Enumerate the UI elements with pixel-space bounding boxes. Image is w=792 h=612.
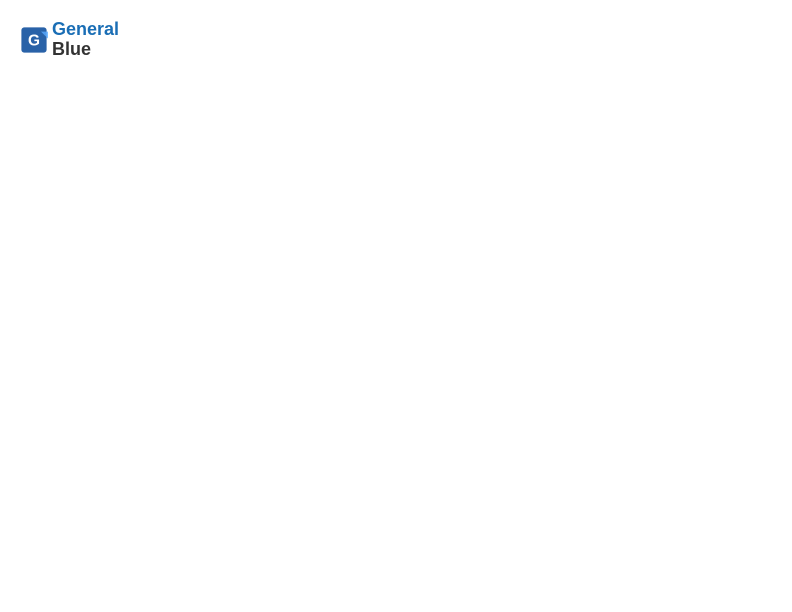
logo-text: GeneralBlue: [52, 20, 119, 60]
page-header: G GeneralBlue: [20, 20, 772, 60]
logo: G GeneralBlue: [20, 20, 119, 60]
svg-text:G: G: [28, 32, 40, 49]
logo-icon: G: [20, 26, 48, 54]
